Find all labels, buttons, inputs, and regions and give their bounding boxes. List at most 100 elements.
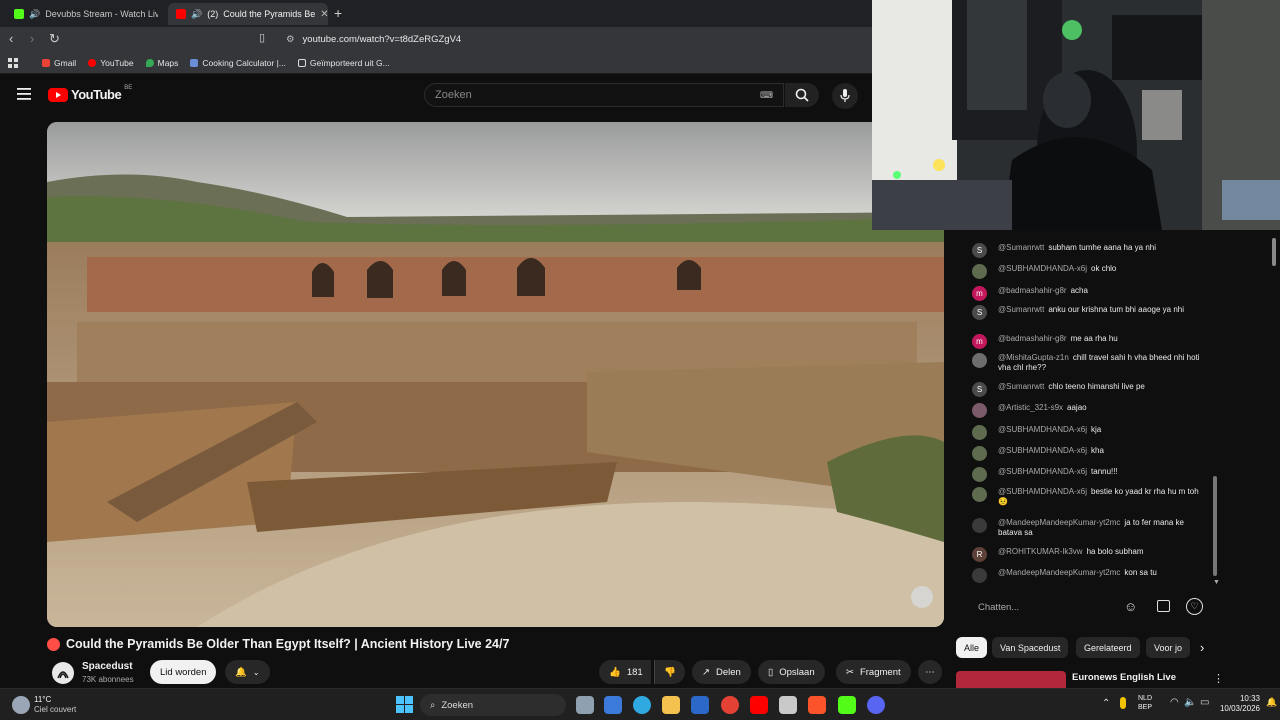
channel-avatar[interactable] [52, 662, 74, 684]
close-icon[interactable]: ✕ [320, 9, 328, 20]
chat-avatar[interactable]: S [972, 243, 987, 258]
back-icon[interactable]: ‹ [9, 31, 13, 46]
channel-name[interactable]: Spacedust [82, 661, 133, 672]
bookmark-gmail[interactable]: Gmail [36, 58, 82, 68]
chat-author[interactable]: @SUBHAMDHANDA-x6j [998, 446, 1087, 455]
brave-icon[interactable] [808, 696, 826, 714]
notepad-icon[interactable] [779, 696, 797, 714]
chat-avatar[interactable] [972, 403, 987, 418]
clock[interactable]: 10:33 10/03/2026 [1214, 694, 1260, 714]
chat-author[interactable]: @SUBHAMDHANDA-x6j [998, 425, 1087, 434]
bookmark-folder[interactable]: Geïmporteerd uit G... [292, 58, 396, 68]
chip-from-channel[interactable]: Van Spacedust [992, 637, 1069, 658]
chat-avatar[interactable]: R [972, 547, 987, 562]
chrome-icon[interactable] [721, 696, 739, 714]
clip-button[interactable]: ✂ Fragment [836, 660, 911, 684]
chat-author[interactable]: @ROHITKUMAR-lk3vw [998, 547, 1083, 556]
windows-start-icon[interactable] [396, 696, 413, 716]
chat-author[interactable]: @SUBHAMDHANDA-x6j [998, 487, 1087, 496]
forward-icon[interactable]: › [30, 31, 34, 46]
volume-icon[interactable]: 🔈 [1184, 697, 1196, 708]
chat-avatar[interactable]: m [972, 334, 987, 349]
recommendation-thumbnail[interactable] [956, 671, 1066, 688]
address-bar[interactable]: ⚙ youtube.com/watch?v=t8dZeRGZgV4 [280, 30, 860, 49]
more-actions-button[interactable]: ⋯ [918, 660, 942, 684]
chat-author[interactable]: @MishitaGupta-z1n [998, 353, 1069, 362]
weather-icon[interactable] [12, 696, 30, 714]
chat-author[interactable]: @SUBHAMDHANDA-x6j [998, 467, 1087, 476]
chevron-down-icon[interactable]: ▼ [1213, 579, 1220, 586]
video-player[interactable] [47, 122, 944, 627]
more-vertical-icon[interactable]: ⋮ [1213, 672, 1224, 685]
site-info-icon[interactable]: ⚙ [286, 34, 295, 45]
chat-scrollbar[interactable] [1213, 476, 1217, 576]
like-button[interactable]: 👍 181 [599, 660, 651, 684]
apps-icon[interactable] [0, 57, 24, 68]
bookmark-icon[interactable]: ▯ [259, 31, 265, 44]
task-view-icon[interactable] [576, 696, 594, 714]
chat-avatar[interactable] [972, 446, 987, 461]
chat-author[interactable]: @Sumanrwtt [998, 382, 1044, 391]
weather-widget[interactable]: 11°C Ciel couvert [34, 695, 76, 715]
chip-all[interactable]: Alle [956, 637, 988, 658]
bookmark-youtube[interactable]: YouTube [82, 58, 139, 68]
chat-author[interactable]: @Artistic_321-s9x [998, 403, 1063, 412]
edge-icon[interactable] [633, 696, 651, 714]
search-button[interactable] [785, 83, 819, 107]
chip-related[interactable]: Gerelateerd [1076, 637, 1140, 658]
chat-avatar[interactable] [972, 568, 987, 583]
join-button[interactable]: Lid worden [150, 660, 217, 684]
tab-youtube-active[interactable]: 🔊 (2) Could the Pyramids Be ✕ [168, 3, 328, 25]
bookmark-maps[interactable]: Maps [140, 58, 185, 68]
chat-author[interactable]: @badmashahir-g8r [998, 286, 1067, 295]
emoji-icon[interactable]: ☺ [1124, 599, 1137, 614]
page-scrollbar[interactable] [1272, 238, 1276, 266]
chat-author[interactable]: @badmashahir-g8r [998, 334, 1067, 343]
chat-author[interactable]: @Sumanrwtt [998, 243, 1044, 252]
language-indicator[interactable]: NLD BEP [1138, 694, 1152, 712]
share-button[interactable]: ↗ Delen [692, 660, 751, 684]
wifi-icon[interactable]: ◠ [1170, 697, 1179, 708]
chat-avatar[interactable] [972, 467, 987, 482]
file-explorer-icon[interactable] [662, 696, 680, 714]
keyboard-icon[interactable]: ⌨ [760, 90, 773, 101]
pin-icon[interactable] [1120, 697, 1126, 709]
chip-for-you[interactable]: Voor jo [1146, 637, 1190, 658]
chat-avatar[interactable]: S [972, 382, 987, 397]
chat-author[interactable]: @MandeepMandeepKumar-yt2mc [998, 568, 1120, 577]
chat-avatar[interactable] [972, 425, 987, 440]
youtube-logo[interactable]: YouTube BE [48, 85, 132, 102]
chat-avatar[interactable] [972, 353, 987, 368]
notification-icon[interactable]: 🔔 [1266, 697, 1277, 708]
chat-input[interactable]: Chatten... [968, 596, 1108, 618]
chat-avatar[interactable] [972, 264, 987, 279]
kick-app-icon[interactable] [838, 696, 856, 714]
hamburger-menu-icon[interactable] [17, 88, 31, 103]
chat-author[interactable]: @SUBHAMDHANDA-x6j [998, 264, 1087, 273]
chat-avatar[interactable] [972, 487, 987, 502]
chat-author[interactable]: @MandeepMandeepKumar-yt2mc [998, 518, 1120, 527]
discord-icon[interactable] [867, 696, 885, 714]
notification-bell-button[interactable]: 🔔 ⌄ [225, 660, 270, 684]
chevron-right-icon[interactable]: › [1200, 640, 1204, 655]
mail-icon[interactable] [691, 696, 709, 714]
bookmark-cooking-calculator[interactable]: Cooking Calculator |... [184, 58, 291, 68]
new-tab-button[interactable]: + [334, 5, 342, 21]
reload-icon[interactable]: ↻ [49, 31, 60, 47]
chat-avatar[interactable]: m [972, 286, 987, 301]
chat-avatar[interactable]: S [972, 305, 987, 320]
tab-devubbs[interactable]: 🔊 Devubbs Stream - Watch Live on [6, 3, 158, 25]
voice-search-button[interactable] [832, 83, 858, 109]
chat-author[interactable]: @Sumanrwtt [998, 305, 1044, 314]
heart-icon[interactable]: ♡ [1186, 598, 1203, 615]
save-button[interactable]: ▯ Opslaan [758, 660, 825, 684]
store-icon[interactable] [604, 696, 622, 714]
chat-avatar[interactable] [972, 518, 987, 533]
chevron-up-icon[interactable]: ⌃ [1102, 698, 1110, 709]
search-input[interactable]: Zoeken ⌨ [424, 83, 784, 107]
youtube-app-icon[interactable] [750, 696, 768, 714]
taskbar-search[interactable]: ⌕ Zoeken [420, 694, 566, 716]
super-chat-icon[interactable] [1157, 600, 1170, 612]
recommendation-title[interactable]: Euronews English Live [1072, 672, 1176, 683]
dislike-button[interactable]: 👎 [654, 660, 685, 684]
